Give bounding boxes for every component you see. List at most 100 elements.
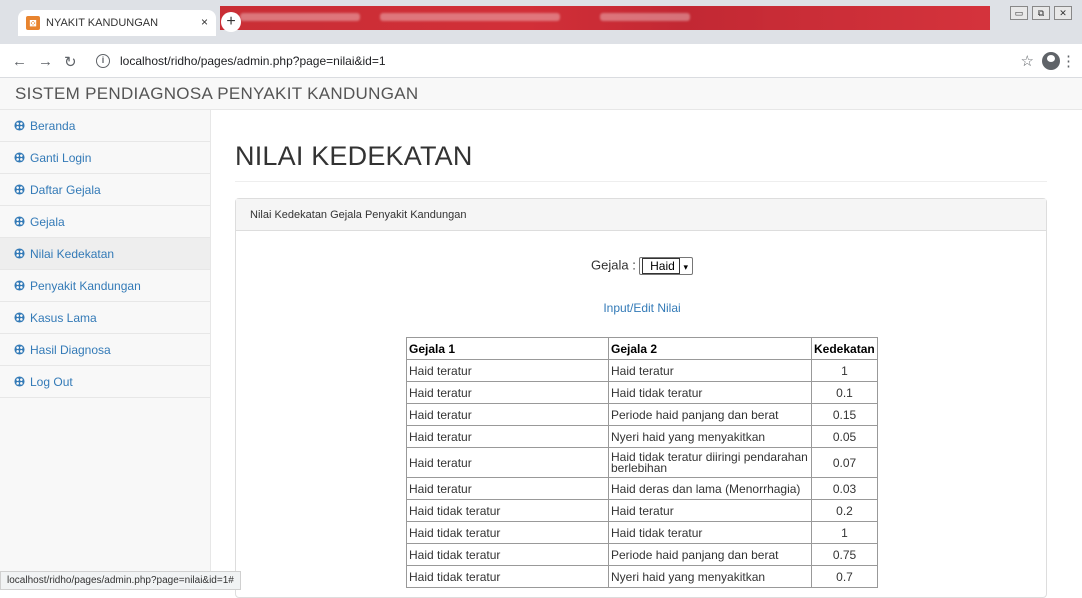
sidebar-item[interactable]: Log Out [0, 366, 210, 398]
table-cell: 0.75 [811, 543, 878, 566]
close-window-button[interactable]: ✕ [1054, 6, 1072, 20]
sidebar-item[interactable]: Hasil Diagnosa [0, 334, 210, 366]
sidebar-item-label: Ganti Login [30, 150, 92, 165]
table-cell: Haid tidak teratur [406, 565, 609, 588]
dashboard-icon [14, 344, 25, 355]
column-header: Gejala 2 [608, 337, 812, 360]
input-edit-nilai-link[interactable]: Input/Edit Nilai [236, 301, 1048, 315]
address-bar: ← → ↻ i localhost/ridho/pages/admin.php?… [0, 44, 1082, 78]
sidebar-item-label: Kasus Lama [30, 310, 97, 325]
restore-button[interactable]: ⧉ [1032, 6, 1050, 20]
table-row: Haid teratur Haid teratur 1 [406, 359, 878, 382]
table-row: Haid tidak teratur Haid teratur 0.2 [406, 499, 878, 522]
xampp-favicon-icon: ⊠ [26, 16, 40, 30]
new-tab-button[interactable]: + [221, 12, 241, 32]
sidebar-item[interactable]: Daftar Gejala [0, 174, 210, 206]
sidebar-item-label: Daftar Gejala [30, 182, 101, 197]
tab-title: NYAKIT KANDUNGAN [46, 17, 159, 29]
table-cell: Haid teratur [406, 381, 609, 404]
tab-close-icon[interactable]: × [201, 15, 208, 29]
sidebar-item-label: Penyakit Kandungan [30, 278, 141, 293]
table-cell: Haid deras dan lama (Menorrhagia) [608, 477, 812, 500]
sidebar-item[interactable]: Kasus Lama [0, 302, 210, 334]
table-row: Haid tidak teratur Nyeri haid yang menyak… [406, 565, 878, 588]
table-row: Haid teratur Haid tidak teratur 0.1 [406, 381, 878, 404]
table-cell: 0.15 [811, 403, 878, 426]
column-header: Kedekatan [811, 337, 878, 360]
sidebar-item-label: Beranda [30, 118, 76, 133]
table-header-row: Gejala 1 Gejala 2 Kedekatan [406, 337, 878, 360]
window-controls: ▭ ⧉ ✕ [1010, 6, 1072, 20]
table-cell: Haid tidak teratur [608, 381, 812, 404]
bookmark-star-icon[interactable]: ☆ [1021, 52, 1034, 70]
table-cell: 0.1 [811, 381, 878, 404]
table-cell: 1 [811, 521, 878, 544]
minimize-button[interactable]: ▭ [1010, 6, 1028, 20]
table-cell: 0.2 [811, 499, 878, 522]
table-row: Haid teratur Haid tidak teratur diiringi … [406, 447, 878, 478]
table-cell: Haid teratur [608, 359, 812, 382]
table-cell: Haid tidak teratur [608, 521, 812, 544]
dashboard-icon [14, 152, 25, 163]
sidebar-item-label: Gejala [30, 214, 65, 229]
gejala-select[interactable]: Haid ▾ [639, 257, 693, 275]
profile-icon[interactable] [1042, 52, 1060, 70]
column-header: Gejala 1 [406, 337, 609, 360]
dashboard-icon [14, 312, 25, 323]
sidebar-item[interactable]: Penyakit Kandungan [0, 270, 210, 302]
table-row: Haid tidak teratur Periode haid panjang d… [406, 543, 878, 566]
table-cell: Haid tidak teratur diiringi pendarahan b… [608, 447, 812, 478]
panel-heading: Nilai Kedekatan Gejala Penyakit Kandunga… [236, 199, 1046, 231]
sidebar: Beranda Ganti Login Daftar Gejala Gejala Nil… [0, 110, 211, 590]
table-row: Haid tidak teratur Haid tidak teratur 1 [406, 521, 878, 544]
table-row: Haid teratur Periode haid panjang dan ber… [406, 403, 878, 426]
table-row: Haid teratur Haid deras dan lama (Menorrh… [406, 477, 878, 500]
status-bar-url: localhost/ridho/pages/admin.php?page=nil… [0, 571, 241, 590]
sidebar-item[interactable]: Gejala [0, 206, 210, 238]
blurred-region [220, 6, 990, 30]
reload-icon[interactable]: ↻ [64, 53, 77, 71]
table-cell: Haid teratur [406, 403, 609, 426]
table-cell: Nyeri haid yang menyakitkan [608, 565, 812, 588]
dashboard-icon [14, 184, 25, 195]
table-row: Haid teratur Nyeri haid yang menyakitkan 0… [406, 425, 878, 448]
dashboard-icon [14, 280, 25, 291]
panel: Nilai Kedekatan Gejala Penyakit Kandunga… [235, 198, 1047, 598]
brand-title[interactable]: SISTEM PENDIAGNOSA PENYAKIT KANDUNGAN [15, 84, 418, 104]
browser-tab[interactable]: ⊠ NYAKIT KANDUNGAN × [18, 10, 216, 36]
url-text[interactable]: localhost/ridho/pages/admin.php?page=nil… [120, 54, 386, 68]
table-cell: Nyeri haid yang menyakitkan [608, 425, 812, 448]
sidebar-item-label: Log Out [30, 374, 73, 389]
gejala-label: Gejala : [591, 257, 636, 273]
back-icon[interactable]: ← [12, 53, 27, 70]
tab-strip: ⊠ NYAKIT KANDUNGAN × + ▭ ⧉ ✕ [0, 0, 1082, 36]
url-field[interactable]: i localhost/ridho/pages/admin.php?page=n… [96, 50, 1026, 72]
sidebar-item[interactable]: Ganti Login [0, 142, 210, 174]
table-cell: 1 [811, 359, 878, 382]
table-cell: Haid teratur [406, 447, 609, 478]
gejala-filter: Gejala : Haid ▾ [236, 257, 1048, 275]
menu-icon[interactable]: ⋮ [1061, 52, 1076, 70]
table-cell: Haid teratur [406, 477, 609, 500]
table-cell: Haid tidak teratur [406, 543, 609, 566]
table-cell: Haid teratur [406, 425, 609, 448]
app-header: SISTEM PENDIAGNOSA PENYAKIT KANDUNGAN [0, 78, 1082, 110]
table-cell: 0.7 [811, 565, 878, 588]
nilai-table: Gejala 1 Gejala 2 Kedekatan Haid teratur… [406, 337, 878, 588]
forward-icon[interactable]: → [38, 53, 53, 70]
info-icon[interactable]: i [96, 54, 110, 68]
table-cell: Periode haid panjang dan berat [608, 403, 812, 426]
table-cell: Haid tidak teratur [406, 499, 609, 522]
title-divider [235, 181, 1047, 182]
table-cell: Periode haid panjang dan berat [608, 543, 812, 566]
sidebar-item[interactable]: Beranda [0, 110, 210, 142]
dashboard-icon [14, 248, 25, 259]
table-cell: Haid teratur [406, 359, 609, 382]
browser-chrome: ⊠ NYAKIT KANDUNGAN × + ▭ ⧉ ✕ [0, 0, 1082, 44]
dashboard-icon [14, 120, 25, 131]
table-cell: 0.07 [811, 447, 878, 478]
sidebar-item[interactable]: Nilai Kedekatan [0, 238, 210, 270]
table-cell: Haid teratur [608, 499, 812, 522]
gejala-selected-value: Haid [642, 258, 681, 274]
table-cell: 0.03 [811, 477, 878, 500]
